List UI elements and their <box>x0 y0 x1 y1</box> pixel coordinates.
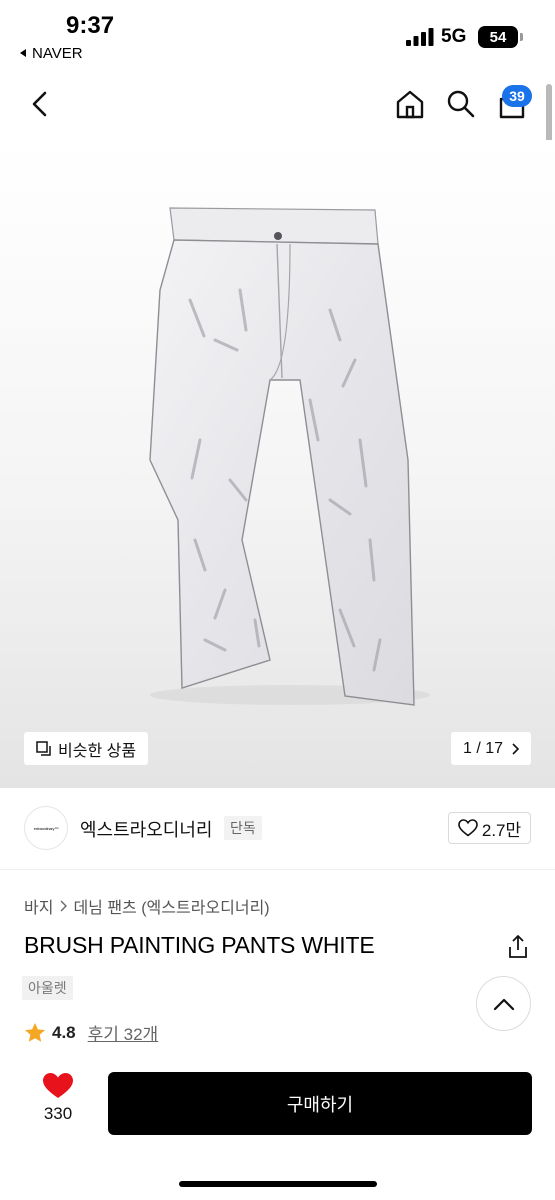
star-icon <box>25 1023 45 1042</box>
share-icon <box>509 935 527 958</box>
back-app-label: NAVER <box>32 45 83 62</box>
battery-icon: 54 <box>478 26 518 48</box>
home-icon <box>396 90 424 119</box>
product-title: BRUSH PAINTING PANTS WHITE <box>24 932 375 958</box>
top-nav <box>0 72 555 140</box>
signal-icon <box>406 28 434 46</box>
back-triangle-icon <box>18 45 28 62</box>
status-time: 9:37 <box>66 12 115 39</box>
chevron-right-icon <box>512 742 520 755</box>
outlet-tag: 아울렛 <box>22 976 73 1000</box>
reviews-link[interactable]: 후기 32개 <box>88 1020 159 1045</box>
battery-level: 54 <box>489 28 507 46</box>
battery-tip <box>520 33 523 41</box>
exclusive-tag: 단독 <box>224 816 262 840</box>
similar-products-label: 비슷한 상품 <box>58 742 137 760</box>
breadcrumb: 바지 데님 팬츠 (엑스트라오디너리) <box>24 894 270 918</box>
brand-logo[interactable]: extraordinary™ <box>24 806 68 850</box>
scroll-to-top-button[interactable] <box>476 976 531 1031</box>
similar-icon <box>36 740 51 756</box>
rating-score: 4.8 <box>52 1022 76 1042</box>
chevron-left-icon <box>32 91 47 117</box>
brand-like-button[interactable]: 2.7만 <box>448 812 531 844</box>
product-image-gallery[interactable] <box>0 140 555 788</box>
brand-name[interactable]: 엑스트라오디너리 <box>80 816 212 842</box>
cart-count-badge: 39 <box>502 85 532 107</box>
divider <box>0 869 555 870</box>
breadcrumb-item[interactable]: 바지 <box>24 894 53 918</box>
status-bar: 9:37 NAVER 5G 54 <box>0 0 555 72</box>
buy-button[interactable]: 구매하기 <box>108 1072 532 1135</box>
wish-count: 330 <box>43 1104 73 1123</box>
share-button[interactable] <box>505 934 531 960</box>
search-icon <box>447 90 475 118</box>
chevron-right-icon <box>60 900 68 912</box>
wish-button[interactable]: 330 <box>30 1072 86 1124</box>
network-label: 5G <box>441 26 467 47</box>
back-to-app-link[interactable]: NAVER <box>18 45 83 62</box>
home-button[interactable] <box>392 86 428 122</box>
brand-logo-text: extraordinary™ <box>33 825 59 831</box>
search-button[interactable] <box>443 86 479 122</box>
back-button[interactable] <box>22 86 58 122</box>
image-pager-text: 1 / 17 <box>463 739 504 757</box>
chevron-up-icon <box>493 998 514 1010</box>
product-photo <box>149 207 430 706</box>
heart-outline-icon <box>458 819 478 837</box>
similar-products-button[interactable]: 비슷한 상품 <box>24 732 149 765</box>
image-pager[interactable]: 1 / 17 <box>451 732 532 765</box>
heart-filled-icon <box>43 1073 73 1098</box>
rating-row: 4.8 후기 32개 <box>24 1020 158 1045</box>
brand-like-count: 2.7만 <box>481 820 522 840</box>
home-indicator <box>179 1181 377 1187</box>
breadcrumb-item[interactable]: 데님 팬츠 (엑스트라오디너리) <box>73 894 269 918</box>
